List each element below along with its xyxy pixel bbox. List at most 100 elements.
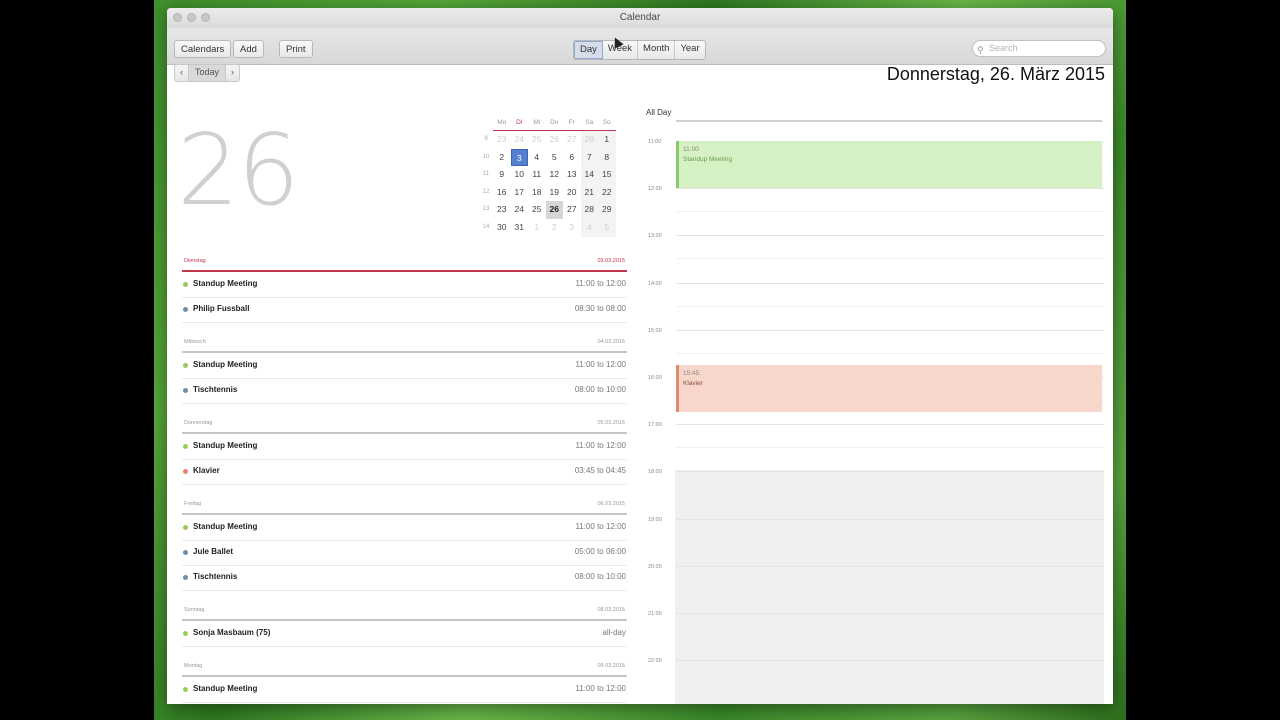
mini-calendar-day[interactable]: 16: [493, 184, 511, 202]
mini-calendar-day[interactable]: 25: [528, 131, 546, 149]
hour-slot[interactable]: 18:00: [644, 469, 1104, 518]
hour-label: 15:00: [648, 327, 662, 334]
next-button[interactable]: ›: [226, 65, 239, 81]
mini-calendar-day[interactable]: 5: [546, 149, 564, 167]
mini-calendar-day[interactable]: 26: [546, 131, 564, 149]
agenda-event-title: Philip Fussball: [193, 304, 250, 313]
day-event[interactable]: 15:45 Klavier: [676, 365, 1102, 413]
mini-calendar-day[interactable]: 6: [563, 149, 581, 167]
agenda-event[interactable]: Sonja Masbaum (75) all-day: [182, 622, 627, 647]
mini-calendar-day[interactable]: 3: [510, 148, 528, 167]
agenda-day-divider: [182, 619, 627, 621]
agenda-event[interactable]: Philip Fussball 08:30 to 08:00: [182, 298, 627, 323]
agenda-day-header: Sonntag 08.03.2015: [182, 603, 627, 619]
hour-slot[interactable]: 21:00: [644, 611, 1104, 660]
mini-calendar-day[interactable]: 11: [528, 166, 546, 184]
hour-slot[interactable]: 13:00: [644, 233, 1104, 282]
agenda-event[interactable]: Standup Meeting 11:00 to 12:00: [182, 435, 627, 460]
calendars-button[interactable]: Calendars: [174, 40, 232, 58]
agenda-day-name: Montag: [184, 663, 203, 669]
mini-calendar-day[interactable]: 25: [528, 201, 546, 219]
agenda-event[interactable]: Standup Meeting 11:00 to 12:00: [182, 354, 627, 379]
mini-calendar-day[interactable]: 17: [511, 184, 529, 202]
mini-calendar-day[interactable]: 22: [598, 183, 616, 202]
mini-calendar-day[interactable]: 1: [598, 131, 616, 149]
day-event-time: 15:45: [683, 370, 700, 378]
view-tab-day[interactable]: Day: [574, 41, 603, 59]
today-button[interactable]: Today: [188, 65, 227, 81]
agenda-list: Dienstag 03.03.2015 Standup Meeting 11:00 t…: [182, 254, 627, 704]
hour-slot[interactable]: 19:00: [644, 517, 1104, 566]
mini-calendar-day[interactable]: 9: [493, 166, 511, 184]
mini-calendar-day[interactable]: 26: [545, 201, 563, 219]
half-hour-line: [676, 258, 1104, 260]
close-window-button[interactable]: [173, 13, 182, 22]
day-event-title: Klavier: [683, 380, 703, 388]
hour-label: 17:00: [648, 422, 662, 429]
agenda-event[interactable]: Yoga08:00 to 09:00: [182, 703, 627, 704]
mini-calendar-day[interactable]: 29: [598, 201, 616, 219]
print-button[interactable]: Print: [279, 40, 313, 58]
mini-calendar-day[interactable]: 1: [528, 219, 546, 237]
mini-calendar-day[interactable]: 28: [580, 131, 598, 149]
mini-calendar-day[interactable]: 2: [546, 219, 564, 237]
mini-calendar-day[interactable]: 23: [493, 201, 511, 219]
hour-slot[interactable]: 12:00: [644, 186, 1104, 235]
mini-calendar-day[interactable]: 31: [511, 219, 529, 237]
mini-calendar-day[interactable]: 8: [598, 148, 616, 167]
all-day-row[interactable]: [676, 120, 1102, 122]
zoom-window-button[interactable]: [201, 13, 210, 22]
agenda-event[interactable]: Standup Meeting 11:00 to 12:00: [182, 516, 627, 541]
agenda-event-time: all-day: [602, 628, 626, 637]
mini-calendar-day[interactable]: 20: [563, 184, 581, 202]
mini-calendar-day[interactable]: 5: [598, 218, 616, 237]
view-tab-year[interactable]: Year: [675, 41, 704, 59]
week-number: 13: [482, 206, 490, 213]
hour-slot[interactable]: 20:00: [644, 564, 1104, 613]
title-bar: Calendar: [167, 8, 1113, 28]
mini-calendar-day[interactable]: 18: [528, 184, 546, 202]
mini-calendar-day[interactable]: 27: [563, 201, 581, 219]
mini-calendar-day[interactable]: 4: [580, 218, 598, 237]
mini-calendar-day[interactable]: 15: [598, 166, 616, 184]
previous-button[interactable]: ‹: [175, 65, 188, 81]
mini-calendar-day[interactable]: 3: [563, 219, 581, 237]
agenda-event[interactable]: Standup Meeting 11:00 to 12:00: [182, 678, 627, 703]
search-field[interactable]: ⚲ Search: [972, 40, 1106, 57]
agenda-event-time: 11:00 to 12:00: [575, 441, 626, 450]
mini-calendar-day[interactable]: 30: [493, 219, 511, 237]
mini-calendar-day[interactable]: 4: [528, 149, 546, 167]
hour-slot[interactable]: 14:00: [644, 281, 1104, 330]
minimize-window-button[interactable]: [187, 13, 196, 22]
mini-calendar-day[interactable]: 28: [580, 201, 598, 219]
day-event[interactable]: 11:00 Standup Meeting: [676, 141, 1102, 189]
mini-calendar-day[interactable]: 23: [493, 131, 511, 149]
agenda-event[interactable]: Klavier 03:45 to 04:45: [182, 460, 627, 485]
hour-slot[interactable]: 17:00: [644, 422, 1104, 471]
mini-calendar-day[interactable]: 13: [563, 166, 581, 184]
agenda-day-gap: [182, 647, 627, 659]
agenda-event[interactable]: Tischtennis 08:00 to 10:00: [182, 379, 627, 404]
mini-calendar-day[interactable]: 7: [580, 148, 598, 167]
agenda-event[interactable]: Jule Ballet 05:00 to 06:00: [182, 541, 627, 566]
mini-calendar-day[interactable]: 19: [546, 184, 564, 202]
hour-slot[interactable]: 22:00: [644, 658, 1104, 704]
hour-label: 22:00: [648, 658, 662, 665]
agenda-event-time: 11:00 to 12:00: [575, 522, 626, 531]
mini-calendar-day[interactable]: 2: [493, 149, 511, 167]
agenda-event-title: Klavier: [193, 466, 220, 475]
mini-calendar-day[interactable]: 12: [546, 166, 564, 184]
mini-calendar-day[interactable]: 10: [511, 166, 529, 184]
mini-calendar-day[interactable]: 24: [511, 201, 529, 219]
calendar-color-dot-icon: [183, 631, 188, 636]
mini-calendar-day[interactable]: 21: [580, 183, 598, 202]
mini-calendar-day[interactable]: 27: [563, 131, 581, 149]
mini-calendar-day[interactable]: 24: [511, 131, 529, 149]
agenda-event[interactable]: Standup Meeting 11:00 to 12:00: [182, 273, 627, 298]
add-button[interactable]: Add: [233, 40, 264, 58]
agenda-event[interactable]: Tischtennis 08:00 to 10:00: [182, 566, 627, 591]
calendar-color-dot-icon: [183, 282, 188, 287]
hour-label: 11:00: [648, 139, 662, 145]
view-tab-month[interactable]: Month: [638, 41, 676, 59]
mini-calendar-day[interactable]: 14: [580, 166, 598, 184]
